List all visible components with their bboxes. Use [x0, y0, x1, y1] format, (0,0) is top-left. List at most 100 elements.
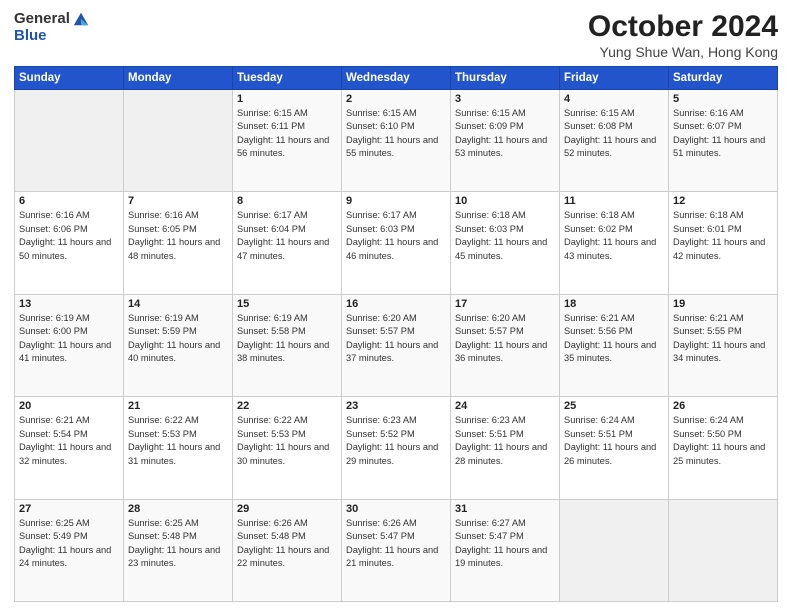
day-info: Sunrise: 6:20 AMSunset: 5:57 PMDaylight:… — [455, 312, 555, 366]
logo: General Blue — [14, 10, 90, 45]
calendar-cell: 6Sunrise: 6:16 AMSunset: 6:06 PMDaylight… — [15, 192, 124, 294]
day-info: Sunrise: 6:17 AMSunset: 6:04 PMDaylight:… — [237, 209, 337, 263]
logo-general: General — [14, 11, 70, 28]
day-info: Sunrise: 6:26 AMSunset: 5:47 PMDaylight:… — [346, 517, 446, 571]
calendar-cell: 16Sunrise: 6:20 AMSunset: 5:57 PMDayligh… — [342, 294, 451, 396]
calendar-cell: 31 Sunrise: 6:27 AMSunset: 5:47 PMDayligh… — [451, 499, 560, 601]
day-info: Sunrise: 6:27 AMSunset: 5:47 PMDaylight:… — [455, 517, 555, 571]
calendar-cell — [560, 499, 669, 601]
day-info: Sunrise: 6:25 AMSunset: 5:49 PMDaylight:… — [19, 517, 119, 571]
day-number: 20 — [19, 400, 119, 412]
day-info: Sunrise: 6:18 AMSunset: 6:01 PMDaylight:… — [673, 209, 773, 263]
weekday-header-friday: Friday — [560, 67, 669, 90]
calendar-location: Yung Shue Wan, Hong Kong — [588, 44, 778, 60]
calendar-cell: 7Sunrise: 6:16 AMSunset: 6:05 PMDaylight… — [124, 192, 233, 294]
day-info: Sunrise: 6:16 AMSunset: 6:05 PMDaylight:… — [128, 209, 228, 263]
day-number: 8 — [237, 195, 337, 207]
day-number: 24 — [455, 400, 555, 412]
day-info: Sunrise: 6:18 AMSunset: 6:03 PMDaylight:… — [455, 209, 555, 263]
calendar-cell: 21 Sunrise: 6:22 AMSunset: 5:53 PMDayligh… — [124, 397, 233, 499]
weekday-header-thursday: Thursday — [451, 67, 560, 90]
weekday-header-row: SundayMondayTuesdayWednesdayThursdayFrid… — [15, 67, 778, 90]
calendar-cell: 5 Sunrise: 6:16 AMSunset: 6:07 PMDaylight… — [669, 90, 778, 192]
day-number: 15 — [237, 298, 337, 310]
day-number: 1 — [237, 93, 337, 105]
calendar-cell: 8 Sunrise: 6:17 AMSunset: 6:04 PMDaylight… — [233, 192, 342, 294]
week-row-1: 1Sunrise: 6:15 AMSunset: 6:11 PMDaylight… — [15, 90, 778, 192]
calendar-table: SundayMondayTuesdayWednesdayThursdayFrid… — [14, 66, 778, 602]
calendar-cell: 14 Sunrise: 6:19 AMSunset: 5:59 PMDayligh… — [124, 294, 233, 396]
day-number: 10 — [455, 195, 555, 207]
day-info: Sunrise: 6:23 AMSunset: 5:51 PMDaylight:… — [455, 414, 555, 468]
day-number: 31 — [455, 503, 555, 515]
day-info: Sunrise: 6:19 AMSunset: 5:59 PMDaylight:… — [128, 312, 228, 366]
calendar-cell: 4Sunrise: 6:15 AMSunset: 6:08 PMDaylight… — [560, 90, 669, 192]
day-info: Sunrise: 6:16 AMSunset: 6:06 PMDaylight:… — [19, 209, 119, 263]
day-number: 5 — [673, 93, 773, 105]
weekday-header-saturday: Saturday — [669, 67, 778, 90]
week-row-2: 6Sunrise: 6:16 AMSunset: 6:06 PMDaylight… — [15, 192, 778, 294]
calendar-cell — [15, 90, 124, 192]
day-number: 21 — [128, 400, 228, 412]
day-number: 30 — [346, 503, 446, 515]
calendar-cell: 19Sunrise: 6:21 AMSunset: 5:55 PMDayligh… — [669, 294, 778, 396]
day-number: 14 — [128, 298, 228, 310]
day-info: Sunrise: 6:22 AMSunset: 5:53 PMDaylight:… — [128, 414, 228, 468]
day-number: 25 — [564, 400, 664, 412]
day-info: Sunrise: 6:24 AMSunset: 5:50 PMDaylight:… — [673, 414, 773, 468]
calendar-cell: 2 Sunrise: 6:15 AMSunset: 6:10 PMDaylight… — [342, 90, 451, 192]
day-number: 29 — [237, 503, 337, 515]
calendar-cell: 20Sunrise: 6:21 AMSunset: 5:54 PMDayligh… — [15, 397, 124, 499]
week-row-4: 20Sunrise: 6:21 AMSunset: 5:54 PMDayligh… — [15, 397, 778, 499]
day-info: Sunrise: 6:24 AMSunset: 5:51 PMDaylight:… — [564, 414, 664, 468]
day-info: Sunrise: 6:23 AMSunset: 5:52 PMDaylight:… — [346, 414, 446, 468]
day-number: 19 — [673, 298, 773, 310]
calendar-cell — [124, 90, 233, 192]
day-number: 2 — [346, 93, 446, 105]
day-number: 23 — [346, 400, 446, 412]
calendar-cell: 24 Sunrise: 6:23 AMSunset: 5:51 PMDayligh… — [451, 397, 560, 499]
day-number: 18 — [564, 298, 664, 310]
day-number: 28 — [128, 503, 228, 515]
calendar-cell: 27 Sunrise: 6:25 AMSunset: 5:49 PMDayligh… — [15, 499, 124, 601]
day-info: Sunrise: 6:15 AMSunset: 6:08 PMDaylight:… — [564, 107, 664, 161]
calendar-cell: 1Sunrise: 6:15 AMSunset: 6:11 PMDaylight… — [233, 90, 342, 192]
day-info: Sunrise: 6:19 AMSunset: 5:58 PMDaylight:… — [237, 312, 337, 366]
day-number: 13 — [19, 298, 119, 310]
day-number: 17 — [455, 298, 555, 310]
weekday-header-sunday: Sunday — [15, 67, 124, 90]
day-number: 22 — [237, 400, 337, 412]
calendar-cell: 23 Sunrise: 6:23 AMSunset: 5:52 PMDayligh… — [342, 397, 451, 499]
calendar-title: October 2024 — [588, 10, 778, 43]
logo-icon — [72, 10, 90, 28]
weekday-header-wednesday: Wednesday — [342, 67, 451, 90]
calendar-cell — [669, 499, 778, 601]
calendar-cell: 18 Sunrise: 6:21 AMSunset: 5:56 PMDayligh… — [560, 294, 669, 396]
page: General Blue October 2024 Yung Shue Wan,… — [0, 0, 792, 612]
header: General Blue October 2024 Yung Shue Wan,… — [14, 10, 778, 60]
calendar-cell: 22Sunrise: 6:22 AMSunset: 5:53 PMDayligh… — [233, 397, 342, 499]
calendar-cell: 25 Sunrise: 6:24 AMSunset: 5:51 PMDayligh… — [560, 397, 669, 499]
day-info: Sunrise: 6:16 AMSunset: 6:07 PMDaylight:… — [673, 107, 773, 161]
calendar-cell: 30 Sunrise: 6:26 AMSunset: 5:47 PMDayligh… — [342, 499, 451, 601]
day-number: 12 — [673, 195, 773, 207]
day-info: Sunrise: 6:21 AMSunset: 5:56 PMDaylight:… — [564, 312, 664, 366]
day-info: Sunrise: 6:18 AMSunset: 6:02 PMDaylight:… — [564, 209, 664, 263]
calendar-cell: 29 Sunrise: 6:26 AMSunset: 5:48 PMDayligh… — [233, 499, 342, 601]
day-info: Sunrise: 6:19 AMSunset: 6:00 PMDaylight:… — [19, 312, 119, 366]
day-info: Sunrise: 6:20 AMSunset: 5:57 PMDaylight:… — [346, 312, 446, 366]
day-number: 27 — [19, 503, 119, 515]
week-row-5: 27 Sunrise: 6:25 AMSunset: 5:49 PMDayligh… — [15, 499, 778, 601]
calendar-cell: 3Sunrise: 6:15 AMSunset: 6:09 PMDaylight… — [451, 90, 560, 192]
day-info: Sunrise: 6:15 AMSunset: 6:10 PMDaylight:… — [346, 107, 446, 161]
calendar-cell: 15 Sunrise: 6:19 AMSunset: 5:58 PMDayligh… — [233, 294, 342, 396]
calendar-cell: 13 Sunrise: 6:19 AMSunset: 6:00 PMDayligh… — [15, 294, 124, 396]
calendar-cell: 12 Sunrise: 6:18 AMSunset: 6:01 PMDayligh… — [669, 192, 778, 294]
calendar-cell: 26Sunrise: 6:24 AMSunset: 5:50 PMDayligh… — [669, 397, 778, 499]
logo-blue: Blue — [14, 28, 47, 45]
calendar-cell: 10 Sunrise: 6:18 AMSunset: 6:03 PMDayligh… — [451, 192, 560, 294]
day-info: Sunrise: 6:26 AMSunset: 5:48 PMDaylight:… — [237, 517, 337, 571]
calendar-cell: 9Sunrise: 6:17 AMSunset: 6:03 PMDaylight… — [342, 192, 451, 294]
calendar-cell: 17 Sunrise: 6:20 AMSunset: 5:57 PMDayligh… — [451, 294, 560, 396]
day-info: Sunrise: 6:15 AMSunset: 6:09 PMDaylight:… — [455, 107, 555, 161]
